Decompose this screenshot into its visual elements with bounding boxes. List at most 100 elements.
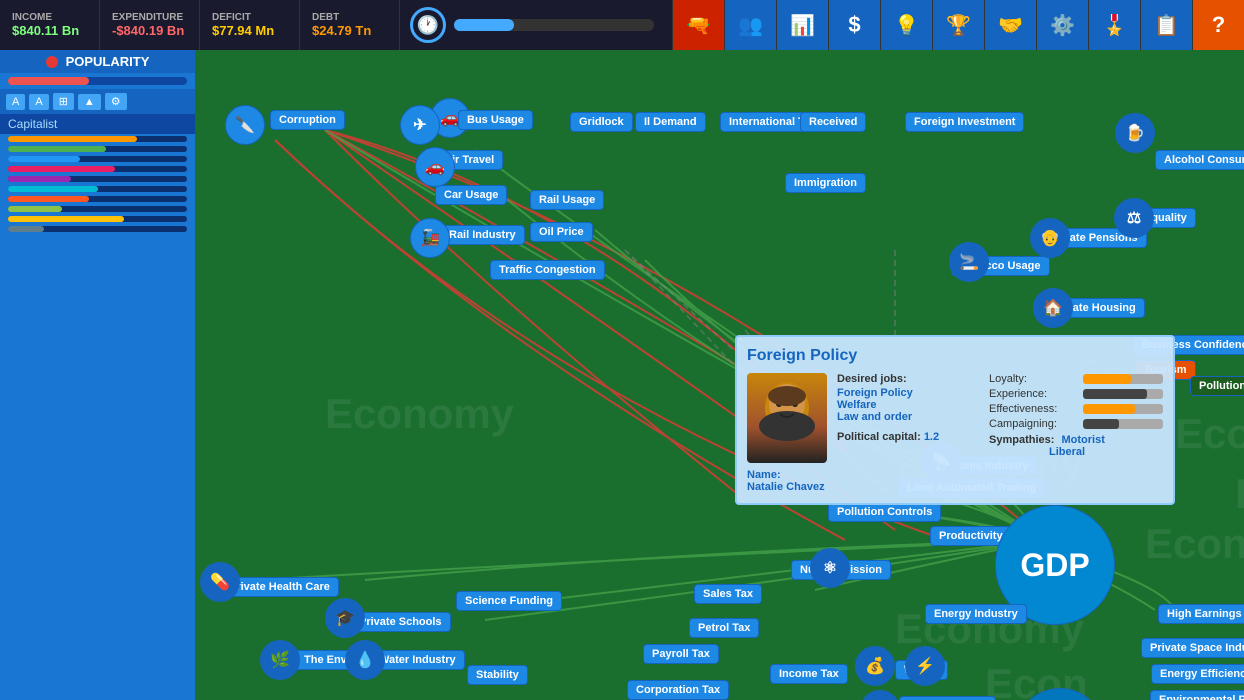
help-button[interactable]: ? bbox=[1192, 0, 1244, 50]
loyalty-bar-fill bbox=[1083, 374, 1131, 384]
income-tax-node[interactable]: Income Tax bbox=[770, 664, 848, 684]
bg-text-econ3: Econ bbox=[1175, 410, 1244, 458]
voter-row-1 bbox=[0, 134, 195, 144]
pollution-controls-node[interactable]: Pollution Controls bbox=[828, 502, 941, 522]
trophy-button[interactable]: 🏆 bbox=[932, 0, 984, 50]
plane-icon: ✈ bbox=[400, 105, 440, 145]
science-funding-node[interactable]: Science Funding bbox=[456, 591, 562, 611]
zap-icon: ⚡ bbox=[905, 646, 945, 686]
popularity-header: POPULARITY bbox=[0, 50, 195, 73]
bulb-button[interactable]: 💡 bbox=[880, 0, 932, 50]
sympathies-row: Sympathies: Motorist Liberal bbox=[989, 434, 1163, 458]
popularity-bar-fill bbox=[8, 77, 89, 85]
sidebar-tools: A A ⊞ ▲ ⚙ bbox=[0, 89, 195, 114]
experience-label: Experience: bbox=[989, 388, 1079, 400]
campaigning-bar-fill bbox=[1083, 419, 1119, 429]
popup-jobs-label: Desired jobs: bbox=[837, 373, 979, 385]
popup-job3: Law and order bbox=[837, 411, 979, 423]
gun-button[interactable]: 🔫 bbox=[672, 0, 724, 50]
dollar-button[interactable]: $ bbox=[828, 0, 880, 50]
popup-title: Foreign Policy bbox=[747, 347, 1163, 365]
private-space-industry-node[interactable]: Private Space Industry bbox=[1141, 638, 1244, 658]
income-label: INCOME bbox=[12, 12, 52, 23]
train-icon: 🚂 bbox=[410, 218, 450, 258]
experience-bar-row: Experience: bbox=[989, 388, 1163, 400]
voter-label: Capitalist bbox=[0, 114, 195, 134]
voter-bar-fill-2 bbox=[8, 146, 106, 152]
high-earnings-node[interactable]: High Earnings bbox=[1158, 604, 1244, 624]
car-usage-node[interactable]: Car Usage bbox=[435, 185, 507, 205]
popup-info-left: Desired jobs: Foreign Policy Welfare Law… bbox=[837, 373, 979, 493]
voter-bar-fill-1 bbox=[8, 136, 137, 142]
corporation-tax-node[interactable]: Corporation Tax bbox=[627, 680, 729, 700]
tool-up[interactable]: ▲ bbox=[78, 94, 101, 110]
voter-bar-bg-5 bbox=[8, 176, 187, 182]
popup-name-label: Name: bbox=[747, 469, 827, 481]
popup-job1: Foreign Policy bbox=[837, 387, 979, 399]
tool-settings[interactable]: ⚙ bbox=[105, 93, 127, 110]
experience-bar-fill bbox=[1083, 389, 1147, 399]
expenditure-value: -$840.19 Bn bbox=[112, 23, 184, 38]
effectiveness-bar-bg bbox=[1083, 404, 1163, 414]
wage-icon: 💰 bbox=[855, 646, 895, 686]
car-icon: 🚗 bbox=[415, 147, 455, 187]
voter-bar-fill-3 bbox=[8, 156, 80, 162]
voter-bar-bg-10 bbox=[8, 226, 187, 232]
stability-node[interactable]: Stability bbox=[467, 665, 528, 685]
bus-usage-node[interactable]: Bus Usage bbox=[458, 110, 533, 130]
immigration-node[interactable]: Immigration bbox=[785, 173, 866, 193]
campaigning-bar-row: Campaigning: bbox=[989, 418, 1163, 430]
voter-bar-bg-2 bbox=[8, 146, 187, 152]
sales-tax-node[interactable]: Sales Tax bbox=[694, 584, 762, 604]
unemployment-node[interactable]: Unemployment bbox=[899, 696, 996, 700]
foreign-investment-node[interactable]: Foreign Investment bbox=[905, 112, 1024, 132]
voter-bar-bg-8 bbox=[8, 206, 187, 212]
gear-button[interactable]: ⚙️ bbox=[1036, 0, 1088, 50]
chart-button[interactable]: 📊 bbox=[776, 0, 828, 50]
voter-row-9 bbox=[0, 214, 195, 224]
debt-value: $24.79 Tn bbox=[312, 23, 371, 38]
traffic-congestion-node[interactable]: Traffic Congestion bbox=[490, 260, 605, 280]
voter-row-8 bbox=[0, 204, 195, 214]
main-canvas: Economy Economy Econ Econ Econ Econ Econ… bbox=[195, 50, 1244, 700]
alcohol-consumption-node[interactable]: Alcohol Consumption bbox=[1155, 150, 1244, 170]
energy-efficiency-node[interactable]: Energy Efficiency bbox=[1151, 664, 1244, 684]
foreign-policy-popup: Foreign Policy Name: Natalie Cha bbox=[735, 335, 1175, 505]
rail-industry-node[interactable]: Rail Industry bbox=[440, 225, 525, 245]
popularity-label: POPULARITY bbox=[66, 54, 150, 69]
people-button[interactable]: 👥 bbox=[724, 0, 776, 50]
payroll-tax-node[interactable]: Payroll Tax bbox=[643, 644, 719, 664]
expenditure-label: EXPENDITURE bbox=[112, 12, 183, 23]
community-button[interactable]: 🤝 bbox=[984, 0, 1036, 50]
crime-node[interactable]: 🔪 bbox=[225, 105, 265, 145]
corruption-node[interactable]: Corruption bbox=[270, 110, 345, 130]
received-node[interactable]: Received bbox=[800, 112, 866, 132]
energy-industry-node[interactable]: Energy Industry bbox=[925, 604, 1027, 624]
gridlock-node[interactable]: Gridlock bbox=[570, 112, 633, 132]
oil-price-node[interactable]: Oil Price bbox=[530, 222, 593, 242]
medal-button[interactable]: 🎖️ bbox=[1088, 0, 1140, 50]
tool-grid[interactable]: ⊞ bbox=[53, 93, 74, 110]
nuclear-icon: ⚛ bbox=[810, 548, 850, 588]
effectiveness-bar-row: Effectiveness: bbox=[989, 403, 1163, 415]
top-bar: INCOME $840.11 Bn EXPENDITURE -$840.19 B… bbox=[0, 0, 1244, 50]
pension-icon: 👴 bbox=[1030, 218, 1070, 258]
popup-info-right: Loyalty: Experience: Effectiveness: bbox=[989, 373, 1163, 493]
tool-a[interactable]: A bbox=[6, 94, 25, 110]
co2-node[interactable]: CO₂ bbox=[1015, 688, 1105, 700]
il-demand-node[interactable]: Il Demand bbox=[635, 112, 706, 132]
timer-bar-background bbox=[454, 19, 654, 31]
rail-usage-node[interactable]: Rail Usage bbox=[530, 190, 604, 210]
popularity-bar-bg bbox=[8, 77, 187, 85]
voter-bar-fill-6 bbox=[8, 186, 98, 192]
petrol-tax-node[interactable]: Petrol Tax bbox=[689, 618, 759, 638]
tool-a2[interactable]: A bbox=[29, 94, 48, 110]
house-icon: 🏠 bbox=[1033, 288, 1073, 328]
environmental-protests-node[interactable]: Environmental Protests bbox=[1150, 690, 1244, 700]
private-schools-node[interactable]: Private Schools bbox=[350, 612, 451, 632]
voter-bar-fill-10 bbox=[8, 226, 44, 232]
pollution-node[interactable]: Pollution bbox=[1190, 376, 1244, 396]
voter-bar-bg-1 bbox=[8, 136, 187, 142]
list-button[interactable]: 📋 bbox=[1140, 0, 1192, 50]
sympathy1: Motorist bbox=[1061, 434, 1104, 446]
